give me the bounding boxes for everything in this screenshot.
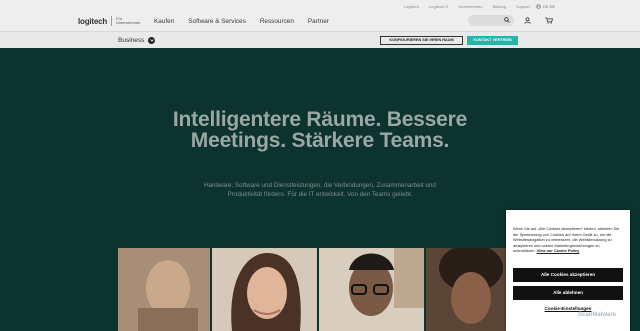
contact-sales-button[interactable]: KONTAKT VERTRIEB bbox=[467, 36, 518, 45]
configure-room-button[interactable]: KONFIGURIEREN SIE IHREN RAUM bbox=[380, 36, 463, 45]
account-icon[interactable] bbox=[524, 17, 531, 24]
utility-link-logitech-g[interactable]: Logitech G bbox=[429, 4, 448, 9]
search-input[interactable] bbox=[468, 15, 514, 26]
reject-all-cookies-button[interactable]: Alle ablehnen bbox=[513, 286, 623, 300]
hero-photo-4 bbox=[426, 248, 516, 331]
chevron-down-icon bbox=[148, 37, 156, 44]
hero-subtitle: Hardware, Software und Dienstleistungen,… bbox=[204, 182, 436, 199]
nav-item-software-services[interactable]: Software & Services bbox=[188, 18, 246, 25]
business-menu[interactable]: Business bbox=[118, 37, 156, 44]
cart-icon[interactable] bbox=[545, 17, 553, 24]
utility-link-logitech[interactable]: Logitech bbox=[404, 4, 419, 9]
nav-item-kaufen[interactable]: Kaufen bbox=[154, 18, 174, 25]
logo-wordmark: logitech bbox=[78, 16, 108, 26]
utility-link-unternehmen[interactable]: Unternehmen bbox=[458, 4, 482, 9]
logo-divider bbox=[111, 16, 113, 26]
nav-item-ressourcen[interactable]: Ressourcen bbox=[260, 18, 294, 25]
hero-title: Intelligentere Räume. Bessere Meetings. … bbox=[172, 108, 468, 152]
accept-all-cookies-button[interactable]: Alle Cookies akzeptieren bbox=[513, 268, 623, 282]
logo-subtitle: Für Unternehmen bbox=[116, 16, 141, 26]
top-header: Logitech Logitech G Unternehmen Bildung … bbox=[0, 0, 640, 31]
hero-photo-3 bbox=[319, 248, 424, 331]
utility-link-bildung[interactable]: Bildung bbox=[493, 4, 506, 9]
globe-icon bbox=[536, 4, 541, 9]
main-nav: Kaufen Software & Services Ressourcen Pa… bbox=[154, 18, 329, 25]
cookie-text: Wenn Sie auf „Alle Cookies akzeptieren“ … bbox=[513, 226, 623, 254]
logo-sub-line2: Unternehmen bbox=[116, 20, 141, 25]
hero-photo-2 bbox=[212, 248, 317, 331]
business-subbar: Business KONFIGURIEREN SIE IHREN RAUM KO… bbox=[0, 31, 640, 48]
logitech-logo[interactable]: logitech Für Unternehmen bbox=[78, 16, 140, 26]
cookie-policy-link[interactable]: View our Cookie Policy bbox=[537, 248, 580, 253]
search-icon[interactable] bbox=[504, 17, 510, 23]
locale-selector[interactable]: DE DE bbox=[536, 4, 555, 9]
business-label: Business bbox=[118, 37, 145, 44]
watermark: ScanMalware bbox=[578, 312, 617, 318]
locale-label: DE DE bbox=[543, 4, 556, 9]
nav-item-partner[interactable]: Partner bbox=[308, 18, 329, 25]
utility-nav: Logitech Logitech G Unternehmen Bildung … bbox=[404, 4, 530, 9]
utility-link-support[interactable]: Support bbox=[516, 4, 530, 9]
hero-photo-1 bbox=[118, 248, 210, 331]
